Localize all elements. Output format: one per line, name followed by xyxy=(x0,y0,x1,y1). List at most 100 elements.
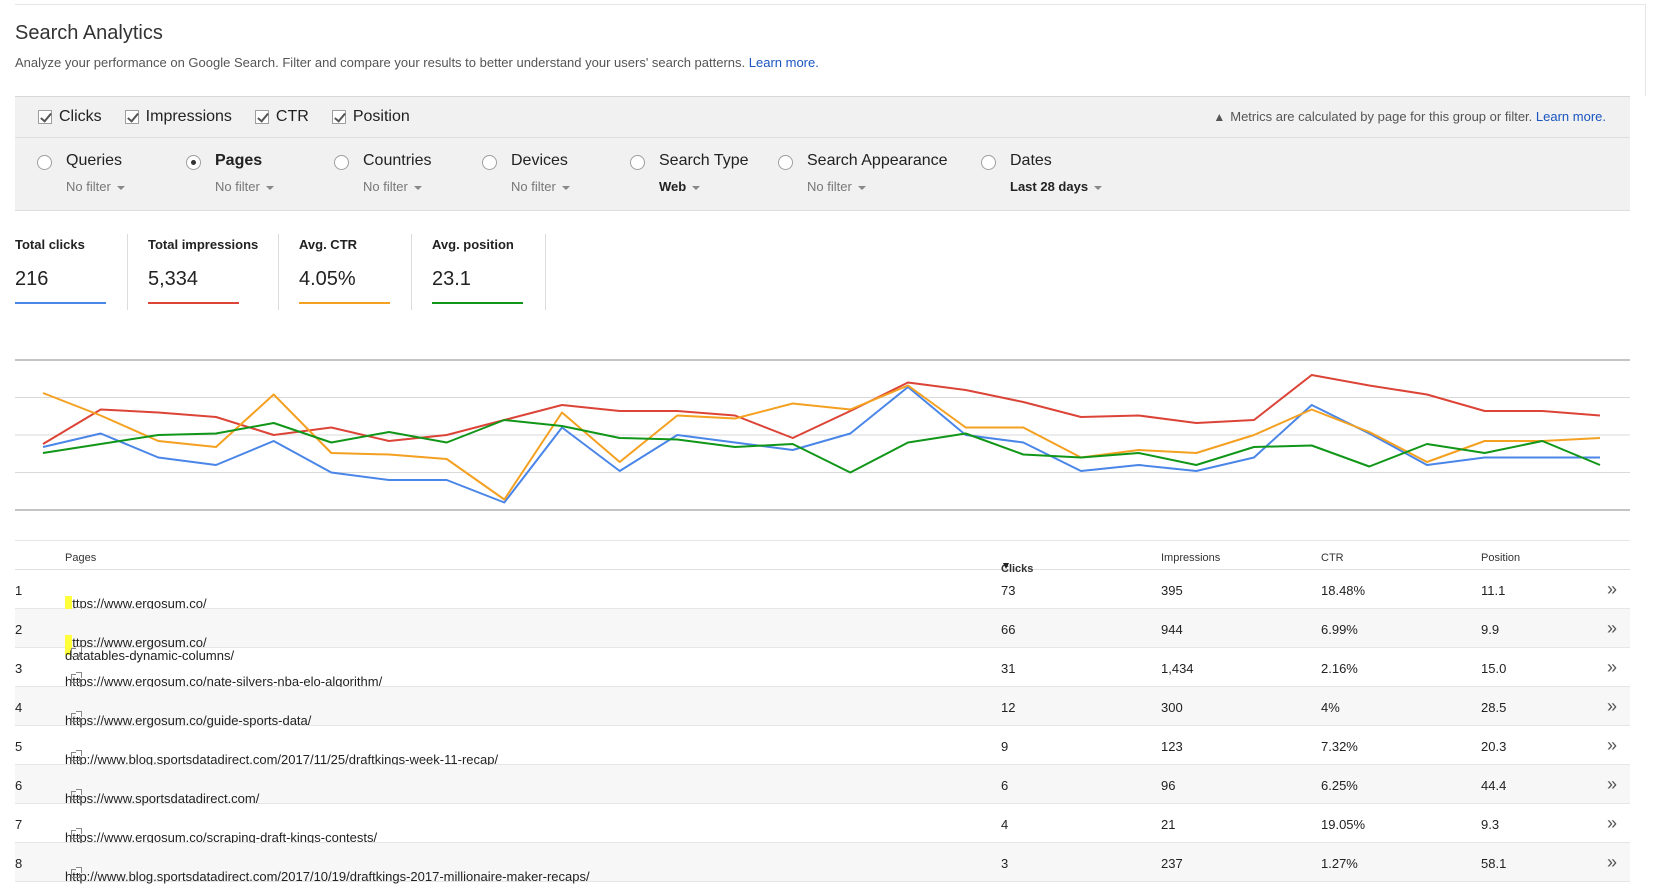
total-value: 23.1 xyxy=(432,268,471,290)
column-header-ctr[interactable]: CTR xyxy=(1321,552,1344,564)
row-details-icon[interactable]: » xyxy=(1607,774,1617,795)
cell-position: 15.0 xyxy=(1481,661,1507,676)
cell-ctr: 6.99% xyxy=(1321,622,1358,637)
row-details-icon[interactable]: » xyxy=(1607,852,1617,873)
external-link-icon[interactable] xyxy=(71,828,82,839)
external-link-icon[interactable] xyxy=(71,867,82,878)
row-index: 8 xyxy=(15,856,23,871)
filter-label: Last 28 days xyxy=(1010,179,1089,194)
sort-desc-icon xyxy=(1003,563,1009,569)
group-label: Pages xyxy=(215,152,263,169)
checkbox-checked-icon[interactable] xyxy=(124,110,139,124)
warning-icon: ▲ xyxy=(1213,109,1226,124)
group-filter-dropdown[interactable]: No filter xyxy=(66,179,125,194)
cell-impressions: 1,434 xyxy=(1161,661,1194,676)
filter-label: No filter xyxy=(66,179,111,194)
totals-divider xyxy=(278,234,279,310)
table-row[interactable]: 8 http://www.blog.sportsdatadirect.com/20… xyxy=(15,843,1630,884)
column-header-impressions[interactable]: Impressions xyxy=(1161,552,1220,564)
metric-label: CTR xyxy=(275,108,309,125)
cell-ctr: 6.25% xyxy=(1321,778,1358,793)
group-filter-dropdown[interactable]: Web xyxy=(659,179,701,194)
group-label: Dates xyxy=(1010,152,1052,169)
caret-down-icon xyxy=(857,185,866,190)
table-row[interactable]: 4 https://www.ergosum.co/guide-sports-dat… xyxy=(15,687,1630,728)
row-index: 6 xyxy=(15,778,23,793)
table-row[interactable]: 6 https://www.sportsdatadirect.com/6 96 6.2… xyxy=(15,765,1630,806)
row-details-icon[interactable]: » xyxy=(1607,657,1617,678)
learn-more-link[interactable]: Learn more. xyxy=(749,55,819,70)
column-header-pages[interactable]: Pages xyxy=(65,552,96,564)
performance-line-chart[interactable] xyxy=(15,350,1630,520)
cell-impressions: 395 xyxy=(1161,583,1183,598)
cell-clicks: 12 xyxy=(1001,700,1016,715)
row-details-icon[interactable]: » xyxy=(1607,618,1617,639)
total-label: Total clicks xyxy=(15,237,85,252)
group-filter-dropdown[interactable]: No filter xyxy=(511,179,570,194)
radio-icon[interactable] xyxy=(482,155,497,170)
metrics-notice: ▲ Metrics are calculated by page for thi… xyxy=(1213,109,1606,124)
series-color-bar xyxy=(299,302,390,304)
totals-divider xyxy=(127,234,128,310)
totals-divider xyxy=(545,234,546,310)
series-color-bar xyxy=(15,302,106,304)
radio-icon[interactable] xyxy=(334,155,349,170)
table-row[interactable]: 3 https://www.ergosum.co/nate-silvers-nba… xyxy=(15,648,1630,689)
external-link-icon[interactable] xyxy=(71,789,82,800)
cell-impressions: 21 xyxy=(1161,817,1176,832)
external-link-icon[interactable] xyxy=(71,672,82,683)
metric-clicks-checkbox[interactable]: Clicks xyxy=(38,108,102,126)
radio-selected-icon[interactable] xyxy=(186,155,201,170)
metric-position-checkbox[interactable]: Position xyxy=(331,108,410,126)
cell-clicks: 31 xyxy=(1001,661,1016,676)
radio-icon[interactable] xyxy=(778,155,793,170)
external-link-icon[interactable] xyxy=(71,711,82,722)
filter-label: No filter xyxy=(363,179,408,194)
checkbox-checked-icon[interactable] xyxy=(38,110,52,124)
group-label: Countries xyxy=(363,152,432,169)
group-label: Search Appearance xyxy=(807,152,948,169)
radio-icon[interactable] xyxy=(981,155,996,170)
row-details-icon[interactable]: » xyxy=(1607,735,1617,756)
table-row[interactable]: 1https://www.ergosum.co/scrape-historica… xyxy=(15,570,1630,624)
cell-clicks: 66 xyxy=(1001,622,1016,637)
table-row[interactable]: 7 https://www.ergosum.co/scraping-draft-k… xyxy=(15,804,1630,845)
chart-series-line-1[interactable] xyxy=(42,374,1601,445)
group-filter-dropdown[interactable]: No filter xyxy=(807,179,866,194)
radio-icon[interactable] xyxy=(630,155,645,170)
row-details-icon[interactable]: » xyxy=(1607,813,1617,834)
group-filter-dropdown[interactable]: Last 28 days xyxy=(1010,179,1103,194)
chart-series-line-0[interactable] xyxy=(42,386,1600,504)
group-label: Devices xyxy=(511,152,568,169)
page-title: Search Analytics xyxy=(15,22,163,44)
external-link-icon[interactable] xyxy=(71,750,82,761)
checkbox-checked-icon[interactable] xyxy=(331,110,346,124)
metric-ctr-checkbox[interactable]: CTR xyxy=(254,108,309,126)
series-color-bar xyxy=(432,302,523,304)
checkbox-checked-icon[interactable] xyxy=(254,110,269,124)
row-details-icon[interactable]: » xyxy=(1607,696,1617,717)
table-header: Pages Clicks Impressions CTR Position xyxy=(15,540,1630,575)
totals-divider xyxy=(411,234,412,310)
caret-down-icon xyxy=(692,185,701,190)
column-header-position[interactable]: Position xyxy=(1481,552,1520,564)
notice-learn-more-link[interactable]: Learn more. xyxy=(1536,109,1606,124)
chart-series-line-3[interactable] xyxy=(42,419,1601,474)
cell-position: 44.4 xyxy=(1481,778,1507,793)
row-index: 3 xyxy=(15,661,23,676)
group-filter-dropdown[interactable]: No filter xyxy=(215,179,274,194)
row-index: 2 xyxy=(15,622,23,637)
radio-icon[interactable] xyxy=(37,155,52,170)
row-index: 7 xyxy=(15,817,23,832)
page-subtitle: Analyze your performance on Google Searc… xyxy=(15,55,819,70)
table-row[interactable]: 5 http://www.blog.sportsdatadirect.com/20… xyxy=(15,726,1630,767)
cell-impressions: 300 xyxy=(1161,700,1183,715)
row-details-icon[interactable]: » xyxy=(1607,579,1617,600)
group-filter-dropdown[interactable]: No filter xyxy=(363,179,422,194)
filter-label: Web xyxy=(659,179,687,194)
url-text: http://www.blog.sportsdatadirect.com/201… xyxy=(65,869,590,884)
row-index: 4 xyxy=(15,700,23,715)
metric-impressions-checkbox[interactable]: Impressions xyxy=(124,108,232,126)
table-row[interactable]: 2 https://www.ergosum.co/datatables-dynam… xyxy=(15,609,1630,663)
cell-clicks: 73 xyxy=(1001,583,1016,598)
